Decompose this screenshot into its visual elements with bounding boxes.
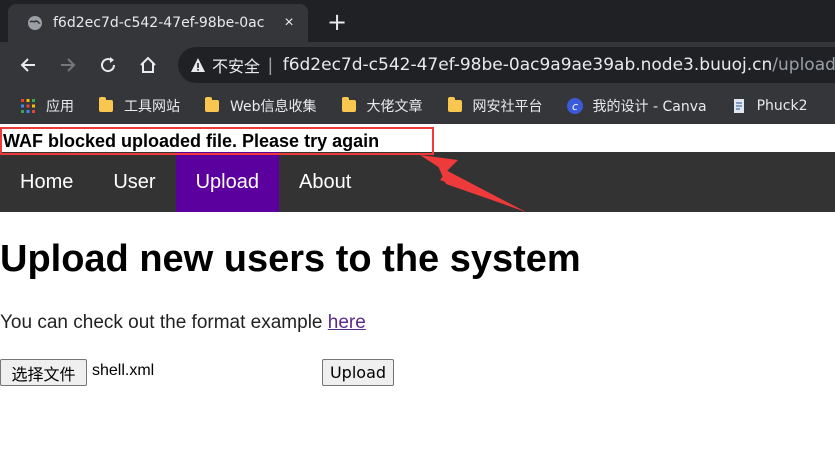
nav-home[interactable]: Home [0,152,93,212]
page-content: Home User Upload About WAF blocked uploa… [0,124,835,472]
nav-user[interactable]: User [93,152,175,212]
url-path: /upload [772,55,835,75]
folder-icon [98,97,114,114]
address-bar[interactable]: 不安全 | f6d2ec7d-c542-47ef-98be-0ac9a9ae39… [178,47,835,83]
back-arrow-icon[interactable] [14,51,42,79]
close-tab-icon[interactable]: × [280,14,298,32]
upload-form: 选择文件 shell.xml Upload [0,358,835,388]
waf-blocked-message: WAF blocked uploaded file. Please try ag… [0,127,434,155]
upload-submit-button[interactable]: Upload [322,359,394,386]
bookmark-label: Phuck2 [756,98,808,114]
globe-icon [27,15,43,31]
nav-upload[interactable]: Upload [175,152,279,212]
selected-file-name: shell.xml [92,362,155,379]
page-title: Upload new users to the system [0,238,581,280]
waf-message-text: WAF blocked uploaded file. Please try ag… [3,130,380,151]
bookmark-label: 应用 [46,99,74,115]
bookmark-label: Web信息收集 [230,99,317,115]
forward-arrow-icon[interactable] [54,51,82,79]
bookmark-folder-security[interactable]: 网安社平台 [447,96,543,116]
bookmark-apps[interactable]: 应用 [20,96,74,116]
folder-icon [447,97,463,114]
format-note-text: You can check out the format example [0,312,328,333]
home-icon[interactable] [134,51,162,79]
bookmark-folder-tools[interactable]: 工具网站 [98,96,180,116]
folder-icon [204,97,220,114]
bookmark-page-icon [731,98,747,114]
bookmark-folder-articles[interactable]: 大佬文章 [341,96,423,116]
nav-about[interactable]: About [279,152,371,212]
svg-text:c: c [572,100,578,113]
bookmark-label: 大佬文章 [366,99,423,115]
bookmarks-bar: 应用 工具网站 Web信息收集 大佬文章 网安社平台 c 我的设计 - Canv… [0,88,835,124]
format-example-link[interactable]: here [328,312,366,333]
tab-title: f6d2ec7d-c542-47ef-98be-0ac [53,15,265,31]
reload-icon[interactable] [94,51,122,79]
warning-icon[interactable] [190,57,206,73]
bookmark-folder-web-info[interactable]: Web信息收集 [204,96,317,116]
url-text: f6d2ec7d-c542-47ef-98be-0ac9a9ae39ab.nod… [283,55,835,75]
canva-icon: c [566,98,583,114]
bookmark-label: 工具网站 [124,99,180,115]
folder-icon [341,97,357,114]
site-navbar: Home User Upload About [0,152,835,212]
bookmark-canva[interactable]: c 我的设计 - Canva [566,96,707,116]
url-host: f6d2ec7d-c542-47ef-98be-0ac9a9ae39ab.nod… [282,55,773,75]
apps-grid-icon [20,98,36,114]
bookmark-phuck[interactable]: Phuck2 [731,98,808,114]
choose-file-button[interactable]: 选择文件 [0,359,87,386]
bookmark-label: 我的设计 - Canva [592,99,707,115]
bookmark-label: 网安社平台 [472,99,543,115]
browser-tab[interactable]: f6d2ec7d-c542-47ef-98be-0ac × [8,4,308,42]
browser-tabstrip: f6d2ec7d-c542-47ef-98be-0ac × + [0,0,835,42]
browser-toolbar: 不安全 | f6d2ec7d-c542-47ef-98be-0ac9a9ae39… [0,42,835,88]
format-note: You can check out the format example her… [0,312,366,334]
not-secure-label: 不安全 [212,57,261,76]
url-separator: | [268,54,273,75]
new-tab-button[interactable]: + [322,8,352,36]
